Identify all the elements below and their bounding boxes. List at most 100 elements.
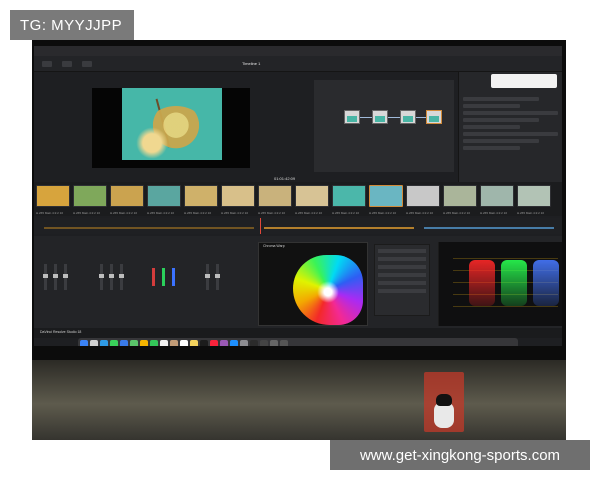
clip-label: H.265 Main 4:2:2 10 <box>332 211 360 215</box>
app-1-icon[interactable] <box>260 340 268 346</box>
clip-label: H.265 Main 4:2:2 10 <box>517 211 545 215</box>
chroma-warp-title: Chroma Warp <box>263 244 285 248</box>
safari-icon[interactable] <box>100 340 108 346</box>
tree-canopy <box>132 126 172 160</box>
inspector-row[interactable] <box>463 97 539 101</box>
clip-thumbnail[interactable] <box>221 185 255 207</box>
dock <box>78 338 518 346</box>
table-row[interactable] <box>378 281 426 285</box>
scope-gridline <box>453 258 558 259</box>
appstore-icon[interactable] <box>230 340 238 346</box>
fader[interactable] <box>119 264 124 290</box>
photos-icon[interactable] <box>140 340 148 346</box>
inspector-row[interactable] <box>463 104 520 108</box>
clip-thumbnail[interactable] <box>258 185 292 207</box>
finder-icon[interactable] <box>80 340 88 346</box>
green-trace <box>501 260 527 306</box>
scope-gridline <box>453 306 558 307</box>
app-status-strip: DaVinci Resolve Studio 18 <box>34 328 562 338</box>
bottom-watermark-text: www.get-xingkong-sports.com <box>359 446 561 464</box>
table-row[interactable] <box>378 289 426 293</box>
table-row[interactable] <box>378 249 426 253</box>
top-watermark-text: TG: MYYJJPP <box>20 16 123 34</box>
fader[interactable] <box>109 264 114 290</box>
inspector-row[interactable] <box>463 111 558 115</box>
table-row[interactable] <box>378 257 426 261</box>
clip-thumbnail[interactable] <box>295 185 329 207</box>
timeline-label: Timeline 1 <box>242 61 261 66</box>
maps-icon[interactable] <box>130 340 138 346</box>
clip-thumbnail[interactable] <box>443 185 477 207</box>
node-selected[interactable] <box>426 110 442 124</box>
clip-label: H.265 Main 4:2:2 10 <box>147 211 175 215</box>
launchpad-icon[interactable] <box>90 340 98 346</box>
timeline[interactable] <box>34 218 562 234</box>
music-icon[interactable] <box>210 340 218 346</box>
node[interactable] <box>400 110 416 124</box>
timeline-track[interactable] <box>424 227 554 229</box>
clip-thumbnail[interactable] <box>369 185 403 207</box>
viewer <box>92 88 250 168</box>
penguin-figurine <box>434 394 454 428</box>
clip-label: H.265 Main 4:2:2 10 <box>295 211 323 215</box>
clip-thumbnail[interactable] <box>332 185 366 207</box>
top-watermark: TG: MYYJJPP <box>10 10 134 40</box>
monitor-screen: Timeline 1 01:01:42:09 Chroma Warp DaVin… <box>34 46 562 346</box>
node[interactable] <box>344 110 360 124</box>
app-3-icon[interactable] <box>280 340 288 346</box>
clip-label: H.265 Main 4:2:2 10 <box>73 211 101 215</box>
inspector-row[interactable] <box>463 118 539 122</box>
fader[interactable] <box>99 264 104 290</box>
inspector-row[interactable] <box>463 146 520 150</box>
node-thumbnail <box>375 116 385 122</box>
clip-thumbnail[interactable] <box>517 185 551 207</box>
fader[interactable] <box>205 264 210 290</box>
mail-icon[interactable] <box>120 340 128 346</box>
inspector-row[interactable] <box>463 125 520 129</box>
clip-thumbnail[interactable] <box>110 185 144 207</box>
mixer-panel <box>38 244 228 326</box>
inspector-row[interactable] <box>463 132 558 136</box>
table-row[interactable] <box>378 265 426 269</box>
reminders-icon[interactable] <box>180 340 188 346</box>
inspector-row[interactable] <box>463 139 539 143</box>
clip-thumbnail[interactable] <box>406 185 440 207</box>
timeline-track[interactable] <box>44 227 254 229</box>
clip-thumbnail[interactable] <box>147 185 181 207</box>
podcasts-icon[interactable] <box>220 340 228 346</box>
facetime-icon[interactable] <box>150 340 158 346</box>
table-row[interactable] <box>378 273 426 277</box>
app-2-icon[interactable] <box>270 340 278 346</box>
clip-label: H.265 Main 4:2:2 10 <box>406 211 434 215</box>
clip-thumbnail[interactable] <box>480 185 514 207</box>
node[interactable] <box>372 110 388 124</box>
clip-label: H.265 Main 4:2:2 10 <box>480 211 508 215</box>
clip-label: H.265 Main 4:2:2 10 <box>443 211 471 215</box>
calendar-icon[interactable] <box>160 340 168 346</box>
playhead[interactable] <box>260 218 261 234</box>
messages-icon[interactable] <box>110 340 118 346</box>
notes-icon[interactable] <box>190 340 198 346</box>
fader[interactable] <box>43 264 48 290</box>
toolbar-icon[interactable] <box>62 60 72 67</box>
clip-thumbnail[interactable] <box>36 185 70 207</box>
resolve-icon[interactable] <box>250 340 258 346</box>
settings-table <box>374 244 430 316</box>
timeline-track[interactable] <box>264 227 414 229</box>
inspector-panel <box>458 72 562 192</box>
notification-popover[interactable] <box>491 74 557 88</box>
room-background <box>32 360 566 440</box>
clip-thumbnail[interactable] <box>73 185 107 207</box>
toolbar-icon[interactable] <box>82 60 92 67</box>
fader[interactable] <box>63 264 68 290</box>
bottom-watermark: www.get-xingkong-sports.com <box>330 440 590 470</box>
toolbar-icon[interactable] <box>42 60 52 67</box>
tv-icon[interactable] <box>200 340 208 346</box>
contacts-icon[interactable] <box>170 340 178 346</box>
node-thumbnail <box>347 116 357 122</box>
fader[interactable] <box>53 264 58 290</box>
chroma-warp-panel: Chroma Warp <box>258 242 368 326</box>
clip-thumbnail[interactable] <box>184 185 218 207</box>
settings-icon[interactable] <box>240 340 248 346</box>
fader[interactable] <box>215 264 220 290</box>
